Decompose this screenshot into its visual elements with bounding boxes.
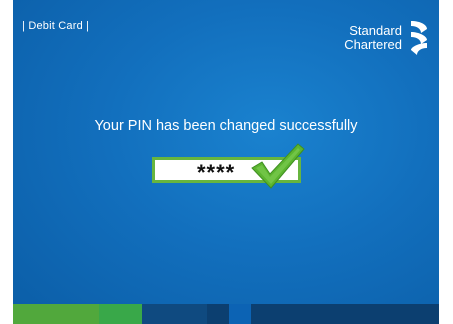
success-message: Your PIN has been changed successfully <box>94 118 358 134</box>
brand-name: Standard Chartered <box>344 24 402 52</box>
atm-screen: | Debit Card | Standard Chartered Your P… <box>13 0 439 324</box>
bottom-bar-segment <box>229 304 251 324</box>
bottom-bar-segment <box>13 304 99 324</box>
checkmark-icon <box>251 143 305 189</box>
section-label: | Debit Card | <box>22 20 90 32</box>
bottom-bar-segment <box>99 304 142 324</box>
brand-name-line2: Chartered <box>344 37 402 52</box>
bottom-color-bar <box>13 304 439 324</box>
bottom-bar-segment <box>207 304 229 324</box>
bottom-bar-segment <box>142 304 207 324</box>
brand-name-line1: Standard <box>349 23 402 38</box>
bottom-bar-segment <box>251 304 439 324</box>
standard-chartered-logo-icon <box>411 21 427 55</box>
brand-logo-group: Standard Chartered <box>344 18 431 58</box>
pin-masked-value: **** <box>197 160 236 185</box>
